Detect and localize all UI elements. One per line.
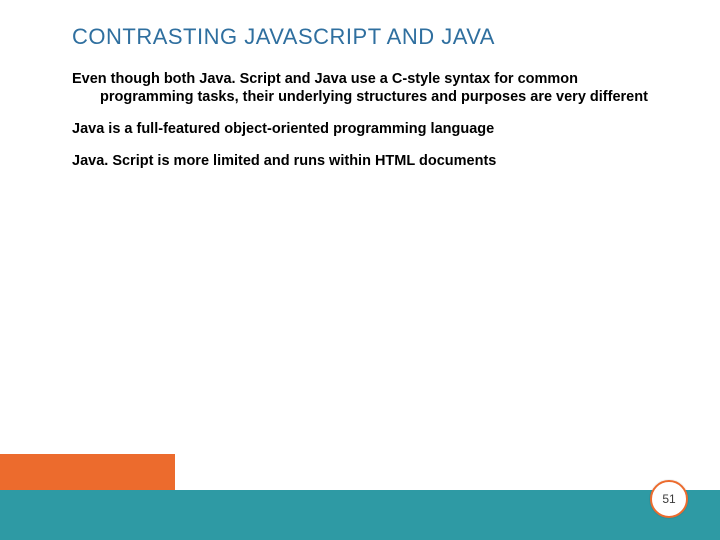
body-paragraph-1: Even though both Java. Script and Java u… [72,70,662,106]
p1-line1: Even though both Java. Script and Java u… [72,71,578,87]
body-paragraph-2: Java is a full-featured object-oriented … [72,120,662,138]
body-paragraph-3: Java. Script is more limited and runs wi… [72,152,662,170]
p1-continuation: programming tasks, their underlying stru… [72,88,662,106]
slide: CONTRASTING JAVASCRIPT AND JAVA Even tho… [0,0,720,540]
slide-title: CONTRASTING JAVASCRIPT AND JAVA [72,24,495,50]
slide-body: Even though both Java. Script and Java u… [72,70,662,185]
footer-accent-teal [0,490,720,540]
page-number-badge: 51 [650,480,688,518]
